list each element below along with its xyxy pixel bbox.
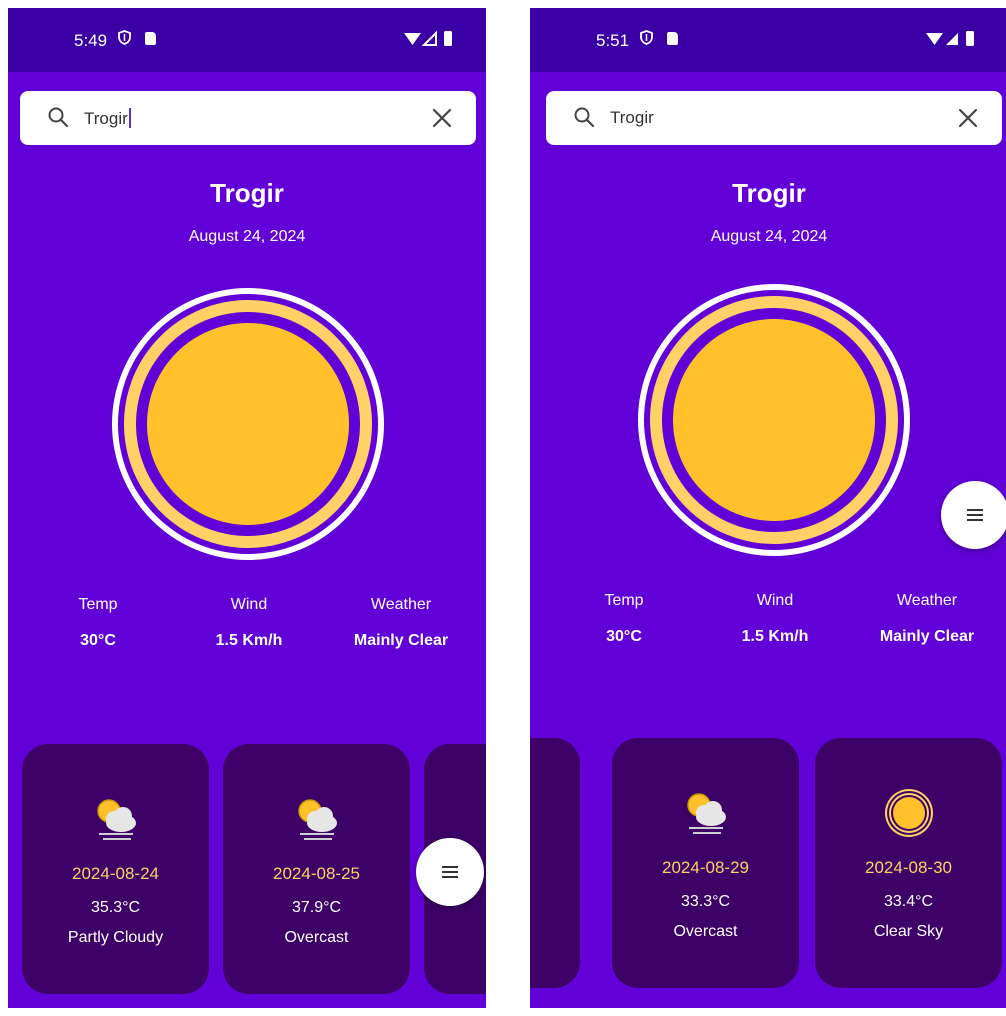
shield-icon xyxy=(640,30,653,45)
forecast-card[interactable]: 2024-08-24 35.3°C Partly Cloudy xyxy=(22,744,209,994)
text-cursor xyxy=(128,108,131,128)
forecast-description: Overcast xyxy=(284,929,349,946)
status-time: 5:51 xyxy=(596,31,630,50)
weather-stat: Weather Mainly Clear xyxy=(331,596,471,650)
menu-fab-button[interactable] xyxy=(941,481,1006,549)
search-bar[interactable]: Trogir xyxy=(546,91,1002,145)
forecast-temp: 33.3°C xyxy=(680,893,731,910)
forecast-date: 2024-08-30 xyxy=(865,858,952,877)
forecast-card-partial[interactable] xyxy=(530,738,580,988)
sd-card-icon xyxy=(667,32,678,45)
weather-value: Mainly Clear xyxy=(353,632,449,649)
partly-cloudy-icon xyxy=(97,799,136,840)
search-input[interactable]: Trogir xyxy=(84,108,131,129)
search-icon[interactable] xyxy=(46,105,70,129)
forecast-card[interactable]: 2024-08-29 33.3°C Overcast xyxy=(612,738,799,988)
signal-battery-icons xyxy=(926,31,974,46)
search-bar[interactable]: Trogir xyxy=(20,91,476,145)
temp-stat: Temp 30°C xyxy=(554,592,694,646)
temp-label: Temp xyxy=(604,592,644,609)
temp-value: 30°C xyxy=(80,632,116,649)
forecast-date: 2024-08-24 xyxy=(72,864,159,883)
temp-label: Temp xyxy=(78,596,118,613)
wind-stat: Wind 1.5 Km/h xyxy=(179,596,319,650)
weather-stat: Weather Mainly Clear xyxy=(857,592,997,646)
sun-icon xyxy=(885,789,933,837)
current-date: August 24, 2024 xyxy=(188,228,306,245)
status-time: 5:49 xyxy=(74,31,108,50)
signal-battery-icons xyxy=(404,30,452,46)
search-icon[interactable] xyxy=(572,105,596,129)
close-icon[interactable] xyxy=(430,106,454,130)
partly-cloudy-icon xyxy=(298,799,337,840)
wind-stat: Wind 1.5 Km/h xyxy=(705,592,845,646)
wind-label: Wind xyxy=(756,592,794,609)
menu-icon xyxy=(442,866,458,878)
forecast-date: 2024-08-29 xyxy=(662,858,749,877)
sd-card-icon xyxy=(145,32,156,45)
sun-weather-icon xyxy=(112,288,384,560)
temp-stat: Temp 30°C xyxy=(28,596,168,650)
status-bar: 5:51 xyxy=(530,8,1006,72)
phone-screen-right: 5:51 Trogir Trogir August 24, 2024 Temp … xyxy=(530,8,1006,1008)
forecast-temp: 35.3°C xyxy=(90,899,141,916)
wind-label: Wind xyxy=(230,596,268,613)
forecast-description: Partly Cloudy xyxy=(67,929,164,946)
phone-screen-left: 5:49 Trogir Trogir August 24, 2024 Temp … xyxy=(8,8,486,1008)
weather-value: Mainly Clear xyxy=(879,628,975,645)
sun-weather-icon xyxy=(638,284,910,556)
weather-label: Weather xyxy=(370,596,432,613)
forecast-date: 2024-08-25 xyxy=(273,864,360,883)
forecast-temp: 37.9°C xyxy=(291,899,342,916)
current-date: August 24, 2024 xyxy=(710,228,828,245)
shield-icon xyxy=(118,30,131,45)
forecast-card[interactable]: 2024-08-25 37.9°C Overcast xyxy=(223,744,410,994)
partly-cloudy-icon xyxy=(687,793,726,834)
forecast-temp: 33.4°C xyxy=(883,893,934,910)
close-icon[interactable] xyxy=(956,106,980,130)
menu-fab-button[interactable] xyxy=(416,838,484,906)
forecast-card[interactable]: 2024-08-30 33.4°C Clear Sky xyxy=(815,738,1002,988)
city-title: Trogir xyxy=(210,178,284,208)
search-input[interactable]: Trogir xyxy=(610,108,654,128)
forecast-description: Overcast xyxy=(673,923,738,940)
wind-value: 1.5 Km/h xyxy=(215,632,283,649)
weather-label: Weather xyxy=(896,592,958,609)
status-bar: 5:49 xyxy=(8,8,486,72)
city-title: Trogir xyxy=(732,178,806,208)
wind-value: 1.5 Km/h xyxy=(741,628,809,645)
forecast-description: Clear Sky xyxy=(873,923,944,940)
menu-icon xyxy=(967,509,983,521)
temp-value: 30°C xyxy=(606,628,642,645)
